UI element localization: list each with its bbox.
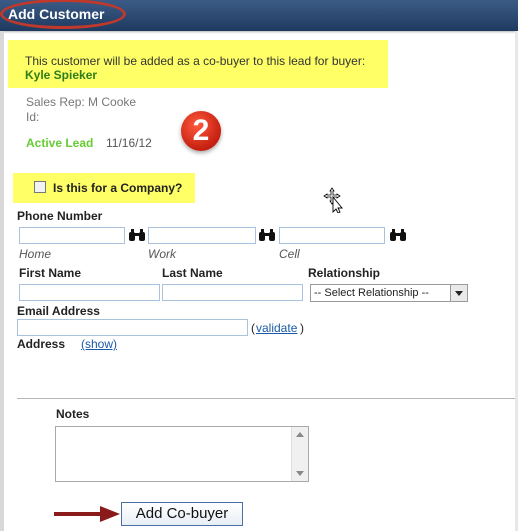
relationship-label: Relationship <box>308 266 381 280</box>
last-name-label: Last Name <box>162 266 223 280</box>
section-divider <box>17 398 515 399</box>
binoculars-icon[interactable] <box>258 228 276 242</box>
move-cursor-icon <box>323 187 343 213</box>
co-buyer-notice: This customer will be added as a co-buye… <box>8 40 388 88</box>
buyer-name: Kyle Spieker <box>25 68 98 82</box>
scroll-down-icon[interactable] <box>296 471 304 476</box>
notes-textarea[interactable] <box>55 426 309 482</box>
validate-paren-close: ) <box>300 321 304 335</box>
chevron-down-icon[interactable] <box>450 285 467 301</box>
validate-paren-open: ( <box>251 321 255 335</box>
email-label: Email Address <box>17 304 100 318</box>
dialog-title-bar: Add Customer <box>0 0 518 31</box>
cell-phone-label: Cell <box>279 247 300 261</box>
cell-phone-input[interactable] <box>279 227 385 244</box>
lead-status: Active Lead <box>26 136 94 150</box>
validate-link[interactable]: validate <box>256 321 297 335</box>
company-checkbox[interactable] <box>34 181 46 193</box>
relationship-select[interactable]: -- Select Relationship -- <box>310 284 468 302</box>
sales-rep: Sales Rep: M Cooke <box>26 95 137 109</box>
relationship-selected-value: -- Select Relationship -- <box>314 287 429 299</box>
binoculars-icon[interactable] <box>128 228 146 242</box>
notice-message: This customer will be added as a co-buye… <box>25 54 366 68</box>
work-phone-input[interactable] <box>148 227 256 244</box>
notes-scrollbar[interactable] <box>291 427 308 481</box>
lead-id-label: Id: <box>26 110 40 124</box>
notes-label: Notes <box>56 407 90 421</box>
arrow-right-icon <box>54 506 120 522</box>
first-name-input[interactable] <box>19 284 160 301</box>
company-checkbox-label[interactable]: Is this for a Company? <box>53 181 182 195</box>
first-name-label: First Name <box>19 266 82 280</box>
scroll-up-icon[interactable] <box>296 432 304 437</box>
title-highlight-oval <box>0 0 126 29</box>
show-address-link[interactable]: (show) <box>81 337 117 351</box>
company-option: Is this for a Company? <box>13 173 195 203</box>
left-border <box>0 31 4 531</box>
add-co-buyer-button[interactable]: Add Co-buyer <box>121 502 243 526</box>
last-name-input[interactable] <box>162 284 303 301</box>
work-phone-label: Work <box>148 247 176 261</box>
lead-date: 11/16/12 <box>106 136 152 150</box>
home-phone-label: Home <box>19 247 52 261</box>
address-label: Address <box>17 337 66 351</box>
email-input[interactable] <box>17 319 248 336</box>
binoculars-icon[interactable] <box>389 228 407 242</box>
step-number-badge: 2 <box>181 111 221 151</box>
home-phone-input[interactable] <box>19 227 125 244</box>
phone-number-label: Phone Number <box>17 209 103 223</box>
